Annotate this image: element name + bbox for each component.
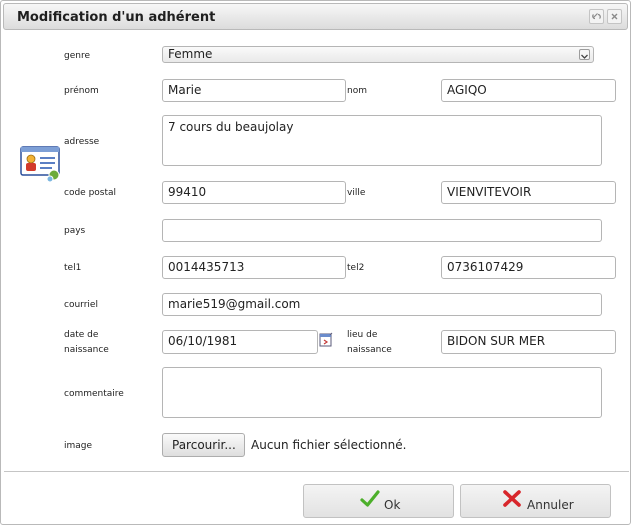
dialog-title: Modification d'un adhérent xyxy=(17,10,216,25)
commentaire-label: commentaire xyxy=(64,389,124,399)
ville-input[interactable]: VIENVITEVOIR xyxy=(441,181,616,204)
cross-icon xyxy=(502,489,522,508)
commentaire-textarea[interactable] xyxy=(162,367,602,418)
browse-button-label: Parcourir... xyxy=(172,438,236,452)
code-postal-input[interactable]: 99410 xyxy=(162,181,346,204)
cancel-button[interactable]: Annuler xyxy=(460,484,611,518)
lieu-naissance-label-line1: lieu de xyxy=(347,330,378,340)
tel1-input[interactable]: 0014435713 xyxy=(162,256,346,279)
dialog-titlebar[interactable]: Modification d'un adhérent xyxy=(3,3,628,30)
lieu-naissance-input[interactable]: BIDON SUR MER xyxy=(441,330,616,354)
close-icon[interactable] xyxy=(607,9,622,24)
check-icon xyxy=(360,490,380,508)
restore-icon[interactable] xyxy=(589,9,604,24)
prenom-label: prénom xyxy=(64,86,99,96)
pays-label: pays xyxy=(64,226,86,236)
tel2-label: tel2 xyxy=(347,263,365,273)
ok-button[interactable]: Ok xyxy=(303,484,454,518)
adresse-textarea[interactable]: 7 cours du beaujolay xyxy=(162,115,602,166)
prenom-input[interactable]: Marie xyxy=(162,79,346,102)
genre-select-value: Femme xyxy=(168,47,213,61)
adresse-label: adresse xyxy=(64,137,100,147)
browse-button[interactable]: Parcourir... xyxy=(162,433,245,457)
nom-label: nom xyxy=(347,86,367,96)
cancel-button-label: Annuler xyxy=(527,498,574,512)
lieu-naissance-label: lieu de naissance xyxy=(347,328,392,358)
tel2-input[interactable]: 0736107429 xyxy=(441,256,616,279)
date-naissance-label-line2: naissance xyxy=(64,345,109,355)
date-naissance-label-line1: date de xyxy=(64,330,99,340)
chevron-down-icon[interactable] xyxy=(579,49,590,60)
courriel-input[interactable]: marie519@gmail.com xyxy=(162,293,602,316)
image-label: image xyxy=(64,441,93,451)
genre-label: genre xyxy=(64,51,90,61)
courriel-label: courriel xyxy=(64,300,98,310)
nom-input[interactable]: AGIQO xyxy=(441,79,616,102)
date-naissance-label: date de naissance xyxy=(64,328,109,358)
tel1-label: tel1 xyxy=(64,263,82,273)
footer-divider xyxy=(4,471,629,472)
code-postal-label: code postal xyxy=(64,188,117,198)
genre-select[interactable]: Femme xyxy=(162,46,594,63)
ok-button-label: Ok xyxy=(384,498,401,512)
edit-member-dialog: Modification d'un adhérent genre Femme p… xyxy=(0,0,631,525)
lieu-naissance-label-line2: naissance xyxy=(347,345,392,355)
date-naissance-input[interactable]: 06/10/1981 xyxy=(162,330,318,354)
pays-input[interactable] xyxy=(162,219,602,242)
file-status: Aucun fichier sélectionné. xyxy=(251,438,407,452)
member-card-icon xyxy=(20,146,62,182)
calendar-icon[interactable] xyxy=(319,332,333,347)
ville-label: ville xyxy=(347,188,366,198)
